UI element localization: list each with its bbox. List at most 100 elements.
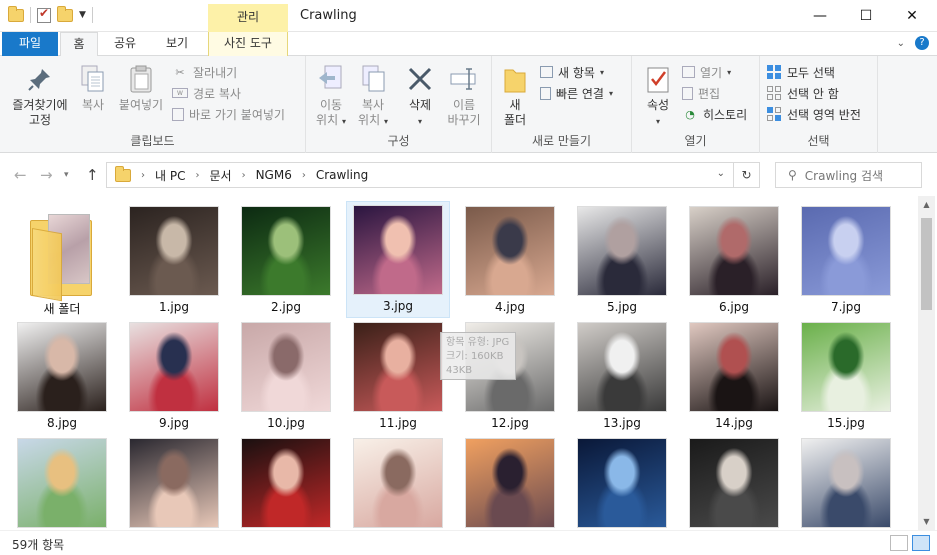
breadcrumb-item[interactable]: Crawling xyxy=(316,168,368,182)
move-to-icon xyxy=(314,62,348,96)
chevron-right-icon[interactable]: › xyxy=(195,170,199,181)
customize-qat-icon[interactable]: ▼ xyxy=(79,10,86,20)
file-item[interactable]: 5.jpg xyxy=(570,202,674,318)
pin-to-quick-access-button[interactable]: 즐겨찾기에 고정 xyxy=(6,62,74,128)
rename-label-2: 바꾸기 xyxy=(447,113,481,127)
file-item[interactable]: 11.jpg xyxy=(346,318,450,434)
help-icon[interactable]: ? xyxy=(915,36,929,50)
file-item[interactable] xyxy=(458,434,562,530)
close-button[interactable]: ✕ xyxy=(889,0,935,32)
file-item[interactable]: 6.jpg xyxy=(682,202,786,318)
file-name-label: 11.jpg xyxy=(379,416,417,430)
search-icon: ⚲ xyxy=(788,168,797,182)
file-item[interactable]: 1.jpg xyxy=(122,202,226,318)
copy-path-button[interactable]: W 경로 복사 xyxy=(172,83,241,103)
scroll-down-icon[interactable]: ▼ xyxy=(918,513,935,530)
invert-selection-button[interactable]: 선택 영역 반전 xyxy=(766,104,861,124)
file-item[interactable] xyxy=(682,434,786,530)
group-new: 새 폴더 새 항목 ▾ 빠른 연결 ▾ 새로 만들기 xyxy=(492,56,632,153)
edit-button[interactable]: 편집 xyxy=(682,83,720,103)
tab-picture-tools[interactable]: 사진 도구 xyxy=(208,32,288,56)
breadcrumb-item[interactable]: 문서 xyxy=(209,167,231,184)
tab-share[interactable]: 공유 xyxy=(104,32,146,56)
address-bar[interactable]: › 내 PC › 문서 › NGM6 › Crawling ⌄ xyxy=(106,162,734,188)
tab-view[interactable]: 보기 xyxy=(150,32,204,56)
file-item[interactable]: 8.jpg xyxy=(10,318,114,434)
chevron-right-icon[interactable]: › xyxy=(302,170,306,181)
file-item[interactable]: 7.jpg xyxy=(794,202,898,318)
search-box[interactable]: ⚲ Crawling 검색 xyxy=(775,162,922,188)
file-item[interactable]: 3.jpg xyxy=(346,201,450,318)
breadcrumb-item[interactable]: NGM6 xyxy=(256,168,292,182)
file-item[interactable]: 14.jpg xyxy=(682,318,786,434)
back-arrow-icon[interactable]: ← xyxy=(14,166,27,184)
delete-button[interactable]: 삭제 ▾ xyxy=(400,62,440,129)
properties-button[interactable]: 속성 ▾ xyxy=(638,62,678,129)
file-item[interactable] xyxy=(234,434,338,530)
ribbon: 즐겨찾기에 고정 복사 붙여넣기 ✂ 잘라내기 W 경로 복사 바로 가기 붙여… xyxy=(0,56,937,153)
invert-selection-label: 선택 영역 반전 xyxy=(787,107,861,122)
move-to-button[interactable]: 이동 위치 ▾ xyxy=(310,62,352,129)
minimize-button[interactable]: — xyxy=(797,0,843,32)
chevron-right-icon[interactable]: › xyxy=(242,170,246,181)
file-item[interactable]: 2.jpg xyxy=(234,202,338,318)
group-organize: 이동 위치 ▾ 복사 위치 ▾ 삭제 ▾ 이름 바꾸기 구성 xyxy=(306,56,492,153)
up-arrow-icon[interactable]: ↑ xyxy=(86,166,99,184)
forward-arrow-icon[interactable]: → xyxy=(40,166,53,184)
address-history-icon[interactable]: ⌄ xyxy=(717,168,725,179)
new-item-button[interactable]: 새 항목 ▾ xyxy=(540,62,604,82)
maximize-button[interactable]: ☐ xyxy=(843,0,889,32)
new-folder-icon[interactable] xyxy=(57,5,73,22)
copy-to-button[interactable]: 복사 위치 ▾ xyxy=(352,62,394,129)
properties-caret: ▾ xyxy=(655,117,660,126)
large-icons-view-icon[interactable] xyxy=(912,535,930,551)
folder-item[interactable]: 새 폴더 xyxy=(10,202,114,321)
file-item[interactable]: 13.jpg xyxy=(570,318,674,434)
file-name-label: 8.jpg xyxy=(46,416,78,430)
rename-button[interactable]: 이름 바꾸기 xyxy=(440,62,488,128)
details-view-icon[interactable] xyxy=(890,535,908,551)
history-button[interactable]: ◔ 히스토리 xyxy=(682,104,747,124)
paste-shortcut-button[interactable]: 바로 가기 붙여넣기 xyxy=(172,104,285,124)
open-button[interactable]: 열기 ▾ xyxy=(682,62,731,82)
vertical-scrollbar[interactable]: ▲ ▼ xyxy=(918,196,935,530)
image-thumbnail xyxy=(801,322,891,412)
file-item[interactable]: 4.jpg xyxy=(458,202,562,318)
select-all-button[interactable]: 모두 선택 xyxy=(766,62,835,82)
tab-home[interactable]: 홈 xyxy=(60,32,98,57)
image-thumbnail xyxy=(241,206,331,296)
new-folder-button[interactable]: 새 폴더 xyxy=(496,62,534,128)
image-thumbnail xyxy=(241,438,331,528)
breadcrumb-item[interactable]: 내 PC xyxy=(155,167,185,184)
address-folder-icon xyxy=(115,165,131,182)
recent-locations-icon[interactable]: ▾ xyxy=(64,170,69,180)
select-none-button[interactable]: 선택 안 함 xyxy=(766,83,839,103)
tab-file[interactable]: 파일 xyxy=(2,32,58,56)
refresh-icon[interactable]: ↻ xyxy=(734,162,760,188)
file-item[interactable]: 9.jpg xyxy=(122,318,226,434)
easy-access-button[interactable]: 빠른 연결 ▾ xyxy=(540,83,613,103)
tooltip-line: 항목 유형: JPG xyxy=(446,337,510,348)
paste-button[interactable]: 붙여넣기 xyxy=(114,62,168,113)
properties-icon[interactable] xyxy=(37,6,51,23)
chevron-right-icon[interactable]: › xyxy=(141,170,145,181)
context-tab-header: 관리 xyxy=(208,4,288,32)
collapse-ribbon-icon[interactable]: ⌄ xyxy=(897,38,905,49)
scroll-up-icon[interactable]: ▲ xyxy=(918,196,935,213)
file-item[interactable] xyxy=(122,434,226,530)
item-count: 59개 항목 xyxy=(12,538,65,552)
new-folder-label-2: 폴더 xyxy=(503,113,527,127)
file-item[interactable]: 10.jpg xyxy=(234,318,338,434)
copy-to-label-1: 복사 xyxy=(361,98,385,112)
file-item[interactable] xyxy=(10,434,114,530)
copy-path-label: 경로 복사 xyxy=(193,86,241,101)
select-all-label: 모두 선택 xyxy=(787,65,835,80)
copy-button[interactable]: 복사 xyxy=(72,62,114,113)
file-item[interactable] xyxy=(346,434,450,530)
group-label-clipboard: 클립보드 xyxy=(130,134,175,148)
file-item[interactable] xyxy=(570,434,674,530)
scrollbar-thumb[interactable] xyxy=(921,218,932,310)
file-item[interactable] xyxy=(794,434,898,530)
cut-button[interactable]: ✂ 잘라내기 xyxy=(172,62,237,82)
file-item[interactable]: 15.jpg xyxy=(794,318,898,434)
